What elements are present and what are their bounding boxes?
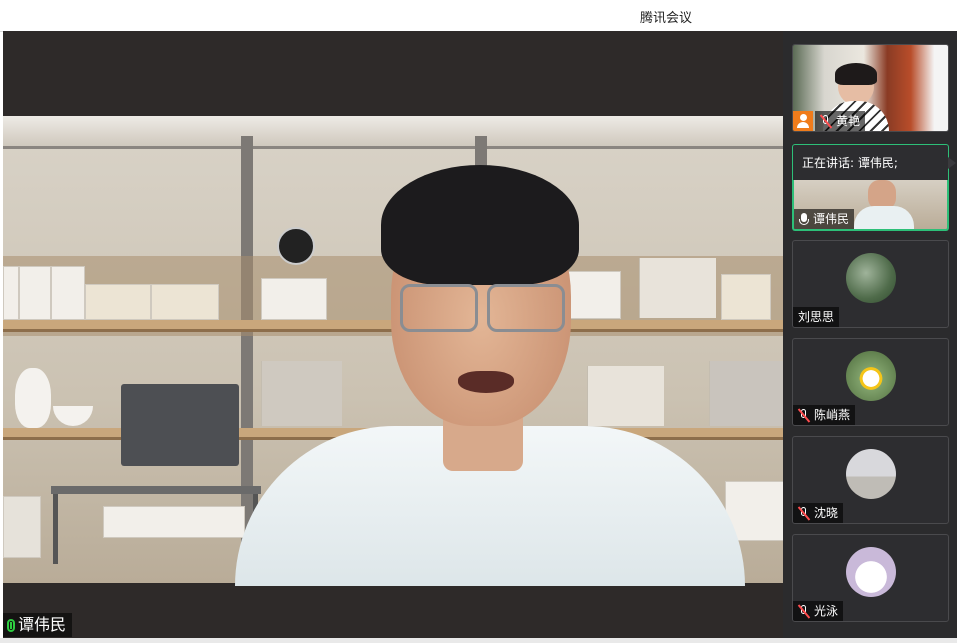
participant-name: 陈峭燕 — [814, 408, 851, 422]
participant-tile[interactable]: 黄艳 — [792, 44, 949, 132]
participant-tile[interactable]: 谭伟民 — [792, 180, 949, 231]
mic-muted-icon — [798, 506, 810, 520]
participant-name: 刘思思 — [798, 310, 835, 324]
main-video[interactable]: 谭伟民 — [3, 31, 783, 638]
window-bottom-edge — [0, 638, 957, 643]
participant-name: 光泳 — [814, 604, 839, 618]
mic-muted-icon — [820, 114, 832, 128]
participant-name: 谭伟民 — [813, 212, 850, 226]
main-speaker-nametag: 谭伟民 — [3, 613, 73, 637]
participant-tile[interactable]: 刘思思 — [792, 240, 949, 328]
mic-icon — [799, 212, 809, 226]
avatar — [846, 253, 896, 303]
participant-panel: 黄艳 正在讲话: 谭伟民; 谭伟民 刘思思 陈峭燕 沈晓 光泳 — [783, 31, 957, 638]
mic-active-icon — [7, 618, 15, 632]
avatar — [846, 547, 896, 597]
speaker-video-feed — [3, 31, 783, 638]
mic-muted-icon — [798, 408, 810, 422]
participant-tile[interactable]: 陈峭燕 — [792, 338, 949, 426]
participant-tile[interactable]: 沈晓 — [792, 436, 949, 524]
title-bar: 腾讯会议 — [0, 0, 957, 32]
main-speaker-name: 谭伟民 — [18, 615, 67, 634]
participant-tile[interactable]: 光泳 — [792, 534, 949, 622]
avatar — [846, 351, 896, 401]
host-icon — [793, 111, 813, 131]
participant-name: 沈晓 — [814, 506, 839, 520]
avatar — [846, 449, 896, 499]
participant-name: 黄艳 — [836, 114, 861, 128]
mic-muted-icon — [798, 604, 810, 618]
speaking-indicator: 正在讲话: 谭伟民; — [792, 144, 956, 180]
window-title: 腾讯会议 — [640, 11, 693, 26]
